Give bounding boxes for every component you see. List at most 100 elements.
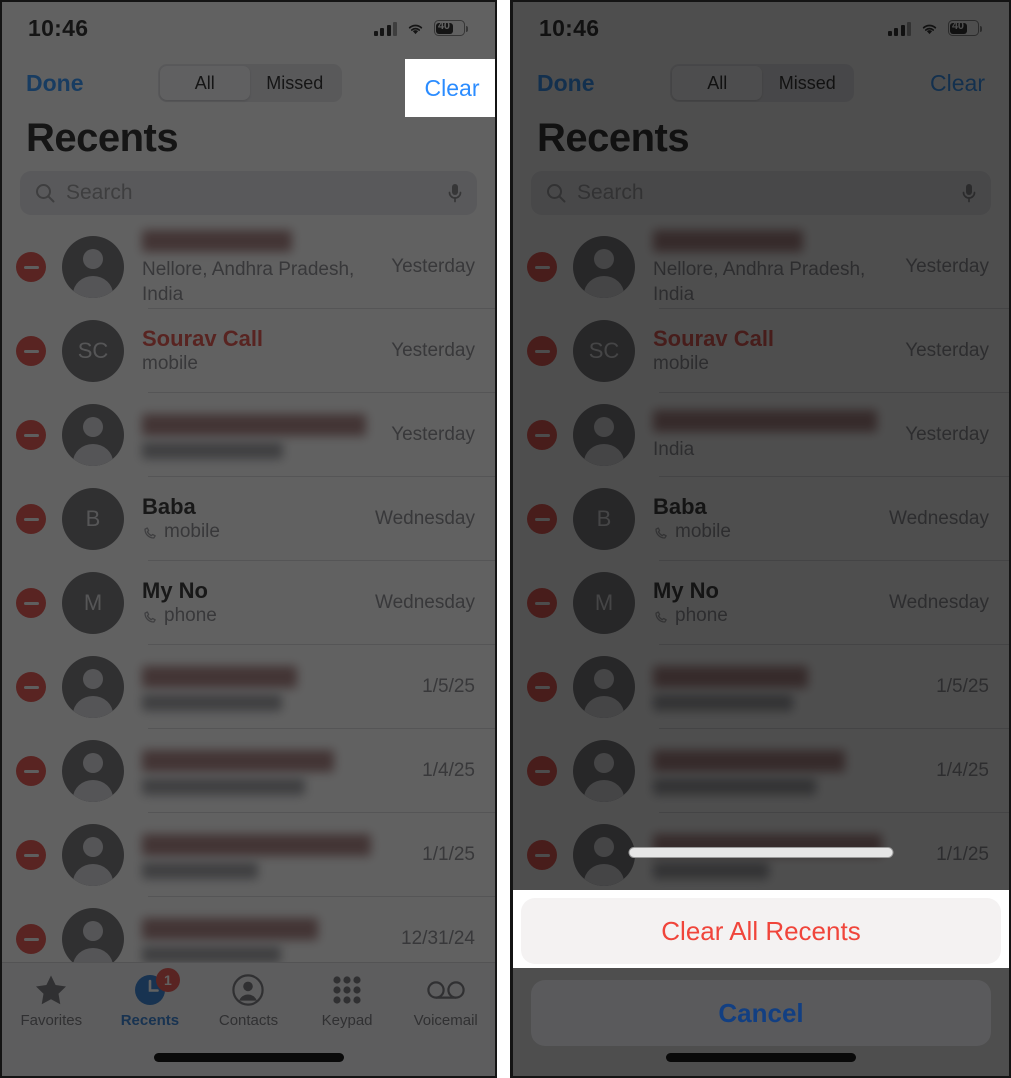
segment-all[interactable]: All [672,66,763,100]
call-row-text [142,831,422,879]
done-button[interactable]: Done [26,70,84,97]
clear-recents-action-sheet[interactable]: Clear All Recents Cancel [513,890,1009,1076]
call-list-row[interactable]: M My No phone Wednesday [513,561,1009,645]
call-date: 1/5/25 [936,676,989,697]
delete-call-button[interactable] [16,588,46,618]
call-row-text: India [653,407,905,463]
home-indicator [666,1053,856,1062]
avatar[interactable] [62,404,124,466]
avatar[interactable]: B [62,488,124,550]
tab-label: Contacts [218,1012,279,1029]
call-list-row[interactable]: B Baba mobile Wednesday [513,477,1009,561]
sheet-grabber[interactable] [628,847,894,858]
avatar[interactable]: SC [573,320,635,382]
battery-icon: 40 [434,20,468,36]
call-list-row[interactable]: B Baba mobile Wednesday [2,477,495,561]
avatar[interactable] [62,908,124,970]
call-list-row[interactable]: 1/5/25 [513,645,1009,729]
call-date: Yesterday [391,340,475,361]
avatar[interactable] [573,236,635,298]
page-title: Recents [537,116,690,160]
done-button[interactable]: Done [537,70,595,97]
clear-button-highlight[interactable]: Clear [405,59,495,117]
avatar[interactable] [573,404,635,466]
call-list-row[interactable]: 1/5/25 [2,645,495,729]
delete-call-button[interactable] [16,924,46,954]
avatar[interactable] [62,236,124,298]
segment-missed[interactable]: Missed [250,66,340,100]
avatar[interactable] [62,824,124,886]
call-filter-segmented-control[interactable]: All Missed [670,64,855,102]
battery-icon: 40 [948,20,982,36]
delete-call-button[interactable] [527,672,557,702]
caller-name: Sourav Call [142,325,264,351]
avatar[interactable]: SC [62,320,124,382]
avatar[interactable] [573,824,635,886]
delete-call-button[interactable] [527,756,557,786]
call-date: Yesterday [905,424,989,445]
call-list-row[interactable]: Nellore, Andhra Pradesh, India Yesterday [513,225,1009,309]
delete-call-button[interactable] [527,420,557,450]
caller-name: Baba [142,493,196,519]
delete-call-button[interactable] [527,336,557,366]
redacted-name [142,666,297,688]
cancel-button[interactable]: Cancel [531,980,991,1046]
status-bar-time: 10:46 [539,14,600,41]
status-bar-icons: 40 [887,20,982,36]
call-list-row[interactable]: 1/1/25 [2,813,495,897]
delete-call-button[interactable] [16,504,46,534]
call-list-row[interactable]: Yesterday [2,393,495,477]
recent-calls-list[interactable]: Nellore, Andhra Pradesh, India Yesterday S… [513,225,1009,897]
avatar[interactable]: B [573,488,635,550]
call-list-row[interactable]: 1/4/25 [513,729,1009,813]
recent-calls-list[interactable]: Nellore, Andhra Pradesh, India Yesterday S… [2,225,495,981]
delete-call-button[interactable] [16,672,46,702]
tab-recents[interactable]: 1 Recents [101,968,200,1029]
call-row-text: My No phone [142,577,375,629]
tab-label: Keypad [321,1012,373,1029]
avatar[interactable] [573,656,635,718]
call-list-row[interactable]: Nellore, Andhra Pradesh, India Yesterday [2,225,495,309]
call-list-row[interactable]: 1/4/25 [2,729,495,813]
avatar[interactable] [62,740,124,802]
delete-call-button[interactable] [527,840,557,870]
microphone-icon[interactable] [447,182,463,204]
call-date: Wednesday [889,508,989,529]
call-list-row[interactable]: M My No phone Wednesday [2,561,495,645]
delete-call-button[interactable] [527,252,557,282]
tab-voicemail[interactable]: Voicemail [396,972,495,1029]
avatar[interactable] [573,740,635,802]
outgoing-call-icon [655,527,667,539]
search-input[interactable]: Search [20,171,477,215]
microphone-icon[interactable] [961,182,977,204]
avatar[interactable] [62,656,124,718]
delete-call-button[interactable] [16,420,46,450]
call-list-row[interactable]: SC Sourav Call mobile Yesterday [2,309,495,393]
tab-favorites[interactable]: Favorites [2,972,101,1029]
avatar[interactable]: M [62,572,124,634]
navigation-bar: Done All Missed Clear [513,54,1009,112]
delete-call-button[interactable] [16,840,46,870]
delete-call-button[interactable] [527,588,557,618]
clear-all-recents-button[interactable]: Clear All Recents [521,898,1001,964]
segment-missed[interactable]: Missed [762,66,852,100]
call-list-row[interactable]: India Yesterday [513,393,1009,477]
call-filter-segmented-control[interactable]: All Missed [157,64,342,102]
caller-subtitle: phone [653,604,889,629]
delete-call-button[interactable] [16,252,46,282]
tab-keypad[interactable]: Keypad [298,972,397,1029]
clear-button[interactable]: Clear [930,70,985,97]
delete-call-button[interactable] [16,756,46,786]
call-list-row[interactable]: SC Sourav Call mobile Yesterday [513,309,1009,393]
redacted-name [653,229,803,252]
delete-call-button[interactable] [527,504,557,534]
delete-call-button[interactable] [16,336,46,366]
search-input[interactable]: Search [531,171,991,215]
call-row-text [142,663,422,711]
avatar[interactable]: M [573,572,635,634]
segment-all[interactable]: All [159,66,250,100]
redacted-subtitle [653,778,816,795]
voicemail-icon [426,972,466,1008]
call-row-text [142,915,401,963]
tab-contacts[interactable]: Contacts [199,972,298,1029]
